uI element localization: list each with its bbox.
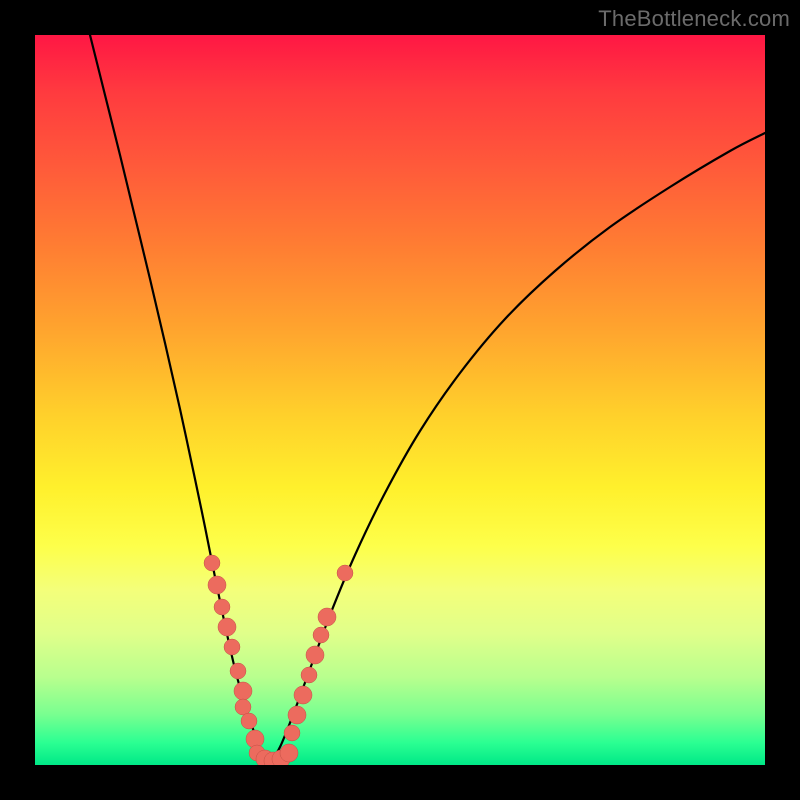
watermark-text: TheBottleneck.com: [598, 6, 790, 32]
data-marker: [318, 608, 336, 626]
data-marker: [230, 663, 246, 679]
data-marker: [306, 646, 324, 664]
data-marker: [313, 627, 329, 643]
chart-svg: [35, 35, 765, 765]
data-marker: [208, 576, 226, 594]
data-marker: [204, 555, 220, 571]
data-marker: [235, 699, 251, 715]
chart-frame: TheBottleneck.com: [0, 0, 800, 800]
data-marker: [224, 639, 240, 655]
right-curve: [270, 133, 765, 763]
data-marker: [234, 682, 252, 700]
data-marker: [288, 706, 306, 724]
left-curve: [90, 35, 270, 763]
scatter-markers: [204, 555, 353, 765]
data-marker: [214, 599, 230, 615]
plot-area: [35, 35, 765, 765]
data-marker: [337, 565, 353, 581]
right-curve-path: [270, 133, 765, 763]
data-marker: [280, 744, 298, 762]
data-marker: [241, 713, 257, 729]
data-marker: [301, 667, 317, 683]
data-marker: [218, 618, 236, 636]
data-marker: [284, 725, 300, 741]
left-curve-path: [90, 35, 270, 763]
data-marker: [294, 686, 312, 704]
